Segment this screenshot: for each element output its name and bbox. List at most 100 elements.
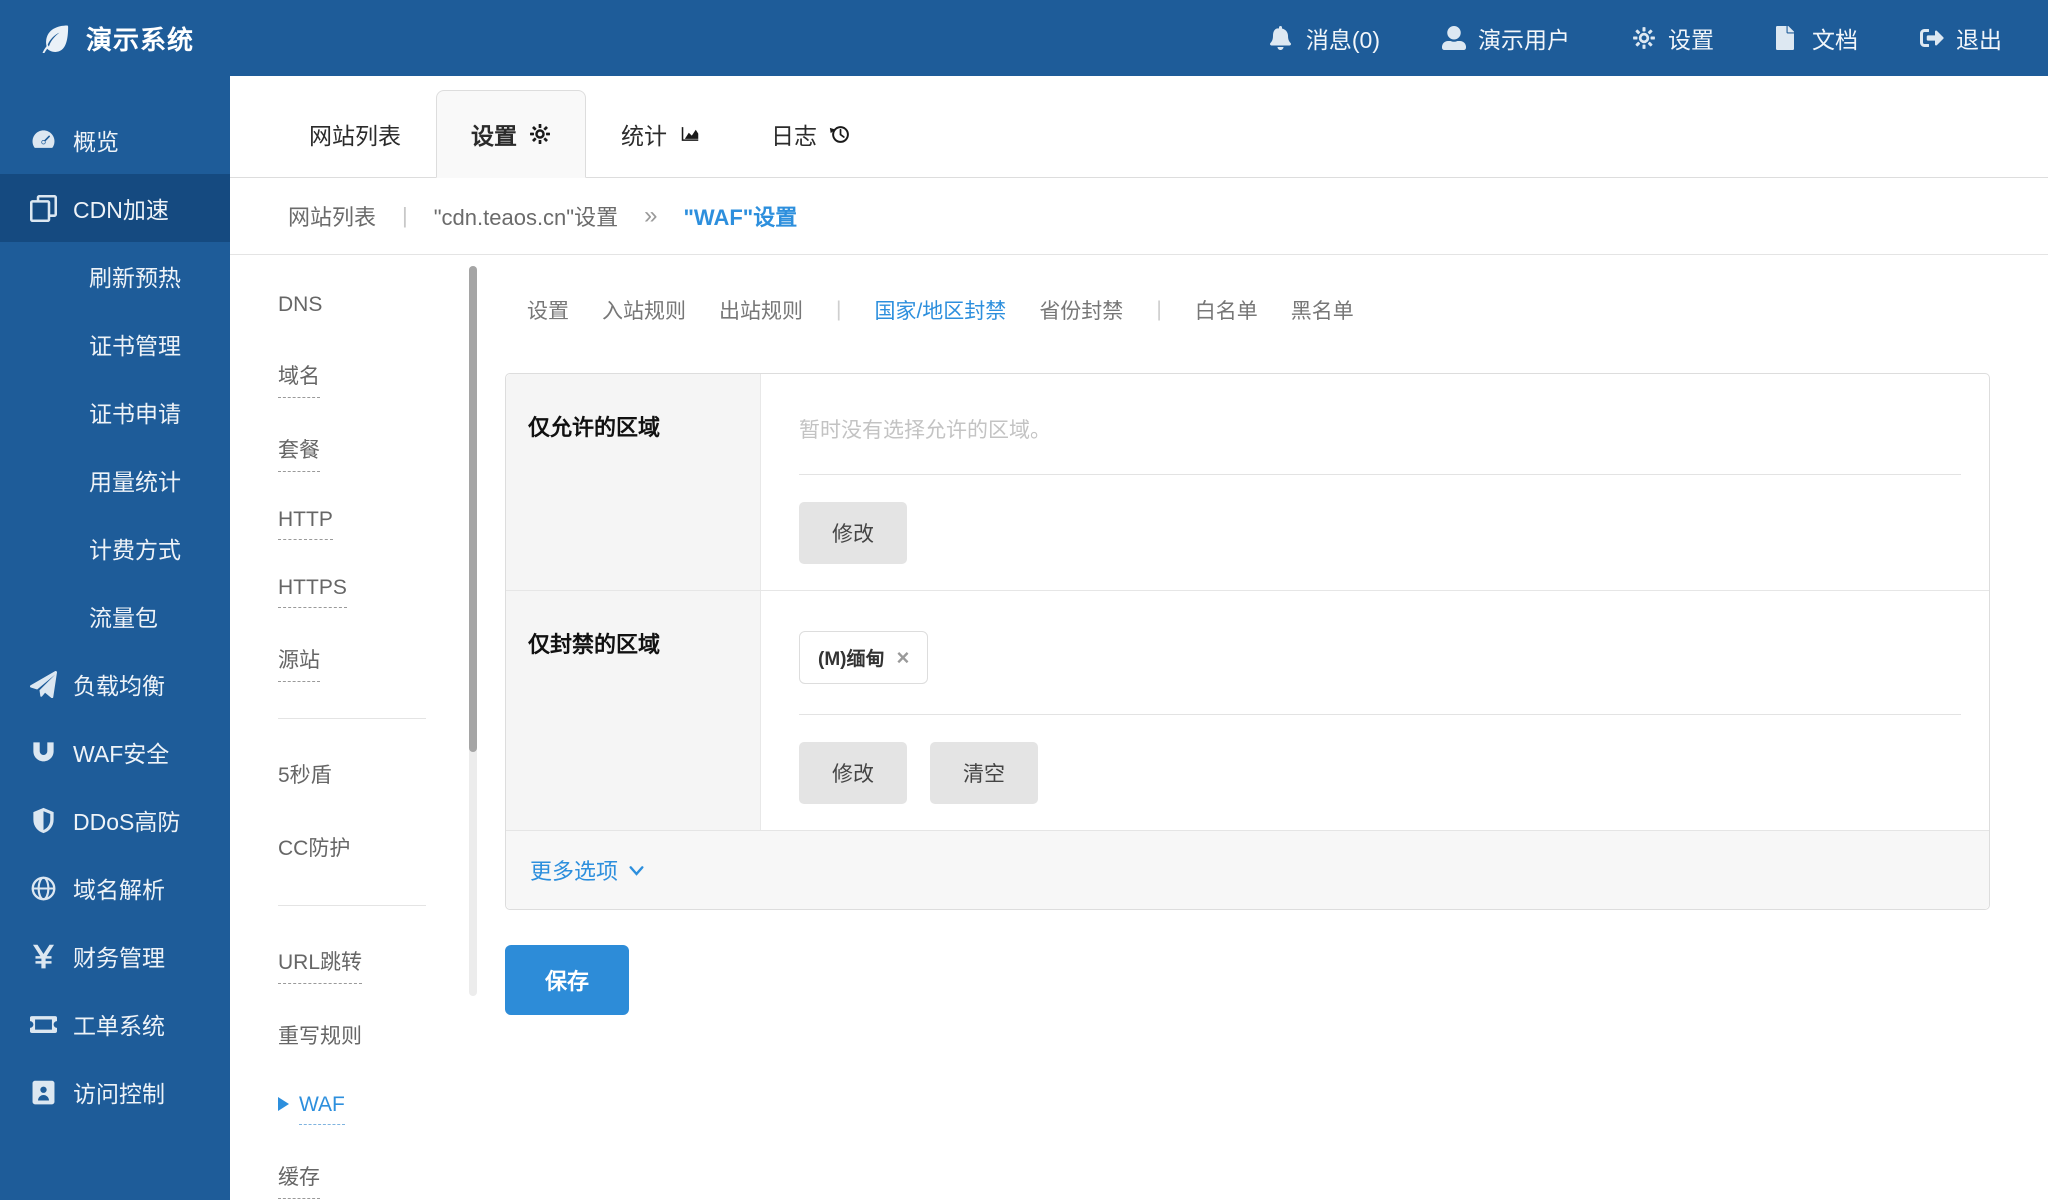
sidebar-label: 证书申请 xyxy=(89,395,181,429)
tab-label: 网站列表 xyxy=(309,117,401,151)
allowed-regions-field: 暂时没有选择允许的区域。 修改 xyxy=(761,374,1989,590)
save-button[interactable]: 保存 xyxy=(505,945,629,1015)
file-icon xyxy=(1776,26,1800,50)
subnav-label: 重写规则 xyxy=(278,1020,362,1057)
subnav-item-domain[interactable]: 域名 xyxy=(278,360,469,398)
leaf-logo-icon xyxy=(40,23,70,53)
subnav-item-rewrite-rules[interactable]: 重写规则 xyxy=(278,1020,469,1057)
sidebar-item-load-balance[interactable]: 负载均衡 xyxy=(0,650,230,718)
settings-button[interactable]: 设置 xyxy=(1632,21,1714,55)
tachometer-icon xyxy=(30,127,57,154)
sidebar-item-access-control[interactable]: 访问控制 xyxy=(0,1058,230,1126)
region-tag-myanmar: (M)缅甸 × xyxy=(799,631,928,684)
gear-icon xyxy=(1632,26,1656,50)
sidebar-item-finance[interactable]: 财务管理 xyxy=(0,922,230,990)
sidebar-item-overview[interactable]: 概览 xyxy=(0,106,230,174)
tab-label: 设置 xyxy=(471,117,517,151)
tab-logs[interactable]: 日志 xyxy=(736,90,886,178)
docs-button[interactable]: 文档 xyxy=(1776,21,1858,55)
settings-subnav: DNS 域名 套餐 HTTP HTTPS 源站 5秒盾 CC防护 URL跳转 重… xyxy=(230,255,469,1200)
sidebar-label: 财务管理 xyxy=(73,939,165,973)
scrollbar-thumb[interactable] xyxy=(469,266,477,752)
sidebar-item-usage-stats[interactable]: 用量统计 xyxy=(0,446,230,514)
subnav-label: URL跳转 xyxy=(278,946,362,984)
tab-label: 统计 xyxy=(621,117,667,151)
subnav-label: 源站 xyxy=(278,644,320,682)
sidebar-label: 刷新预热 xyxy=(89,259,181,293)
waf-tab-separator: | xyxy=(836,298,841,322)
sign-out-icon xyxy=(1920,26,1944,50)
blocked-modify-button[interactable]: 修改 xyxy=(799,742,907,804)
more-options-label: 更多选项 xyxy=(530,854,618,886)
region-tag-label: (M)缅甸 xyxy=(818,644,884,671)
docs-label: 文档 xyxy=(1812,21,1858,55)
waf-tab-outbound-rules[interactable]: 出站规则 xyxy=(719,295,803,325)
tag-close-icon[interactable]: × xyxy=(896,647,909,669)
sidebar-item-cert-manage[interactable]: 证书管理 xyxy=(0,310,230,378)
subnav-label: 缓存 xyxy=(278,1161,320,1199)
more-options-link[interactable]: 更多选项 xyxy=(530,854,645,886)
subnav-item-https[interactable]: HTTPS xyxy=(278,576,469,608)
sidebar-item-billing-mode[interactable]: 计费方式 xyxy=(0,514,230,582)
subnav-item-cache[interactable]: 缓存 xyxy=(278,1161,469,1199)
waf-tab-settings[interactable]: 设置 xyxy=(527,295,569,325)
waf-tab-inbound-rules[interactable]: 入站规则 xyxy=(602,295,686,325)
sidebar-label: 证书管理 xyxy=(89,327,181,361)
subnav-item-plan[interactable]: 套餐 xyxy=(278,434,469,472)
sidebar-item-ddos[interactable]: DDoS高防 xyxy=(0,786,230,854)
breadcrumb-domain-settings[interactable]: "cdn.teaos.cn"设置 xyxy=(434,200,618,232)
gear-icon xyxy=(529,123,551,145)
subnav-label: CC防护 xyxy=(278,832,350,869)
scrollbar-track[interactable] xyxy=(469,266,477,996)
sidebar-item-waf-security[interactable]: WAF安全 xyxy=(0,718,230,786)
breadcrumb: 网站列表 | "cdn.teaos.cn"设置 » "WAF"设置 xyxy=(230,178,2048,255)
user-label: 演示用户 xyxy=(1478,21,1570,55)
magnet-icon xyxy=(30,739,57,766)
blocked-clear-button[interactable]: 清空 xyxy=(930,742,1038,804)
id-card-icon xyxy=(30,1079,57,1106)
main-tabs: 网站列表 设置 统计 日志 xyxy=(230,90,2048,178)
subnav-item-cc-protect[interactable]: CC防护 xyxy=(278,832,469,869)
sidebar-item-cert-apply[interactable]: 证书申请 xyxy=(0,378,230,446)
subnav-item-http[interactable]: HTTP xyxy=(278,508,469,540)
clone-icon xyxy=(30,195,57,222)
waf-tab-province-block[interactable]: 省份封禁 xyxy=(1039,295,1123,325)
tab-settings[interactable]: 设置 xyxy=(436,90,586,178)
waf-tab-country-block: 国家/地区封禁 xyxy=(874,295,1006,325)
allowed-modify-button[interactable]: 修改 xyxy=(799,502,907,564)
chevron-down-icon xyxy=(628,862,645,879)
sidebar-item-refresh-prewarm[interactable]: 刷新预热 xyxy=(0,242,230,310)
breadcrumb-waf-settings: "WAF"设置 xyxy=(683,200,797,232)
brand-title: 演示系统 xyxy=(86,20,194,57)
sidebar-item-cdn[interactable]: CDN加速 xyxy=(0,174,230,242)
subnav-item-waf[interactable]: WAF xyxy=(278,1093,469,1125)
sidebar-label: 用量统计 xyxy=(89,463,181,497)
allowed-regions-zone: 暂时没有选择允许的区域。 xyxy=(799,404,1961,475)
tab-label: 日志 xyxy=(771,117,817,151)
sidebar-item-tickets[interactable]: 工单系统 xyxy=(0,990,230,1058)
sidebar-label: 负载均衡 xyxy=(73,667,165,701)
messages-button[interactable]: 消息(0) xyxy=(1270,21,1380,55)
subnav-label: 套餐 xyxy=(278,434,320,472)
paper-plane-icon xyxy=(30,671,57,698)
waf-tab-blacklist[interactable]: 黑名单 xyxy=(1291,295,1354,325)
tab-site-list[interactable]: 网站列表 xyxy=(274,90,436,178)
breadcrumb-arrow: » xyxy=(644,202,657,230)
tab-statistics[interactable]: 统计 xyxy=(586,90,736,178)
subnav-item-dns[interactable]: DNS xyxy=(278,293,469,324)
sidebar-item-traffic-pack[interactable]: 流量包 xyxy=(0,582,230,650)
sidebar-label: DDoS高防 xyxy=(73,803,180,837)
waf-tab-whitelist[interactable]: 白名单 xyxy=(1195,295,1258,325)
subnav-item-origin[interactable]: 源站 xyxy=(278,644,469,682)
logout-label: 退出 xyxy=(1956,21,2002,55)
subnav-item-5s-shield[interactable]: 5秒盾 xyxy=(278,759,469,796)
user-menu[interactable]: 演示用户 xyxy=(1442,21,1570,55)
breadcrumb-site-list[interactable]: 网站列表 xyxy=(288,200,376,232)
user-icon xyxy=(1442,26,1466,50)
allowed-regions-empty-text: 暂时没有选择允许的区域。 xyxy=(799,419,1051,442)
sidebar-item-dns-resolve[interactable]: 域名解析 xyxy=(0,854,230,922)
logout-button[interactable]: 退出 xyxy=(1920,21,2002,55)
subnav-scrollbar[interactable] xyxy=(469,266,477,1200)
history-icon xyxy=(829,123,851,145)
subnav-item-url-redirect[interactable]: URL跳转 xyxy=(278,946,469,984)
